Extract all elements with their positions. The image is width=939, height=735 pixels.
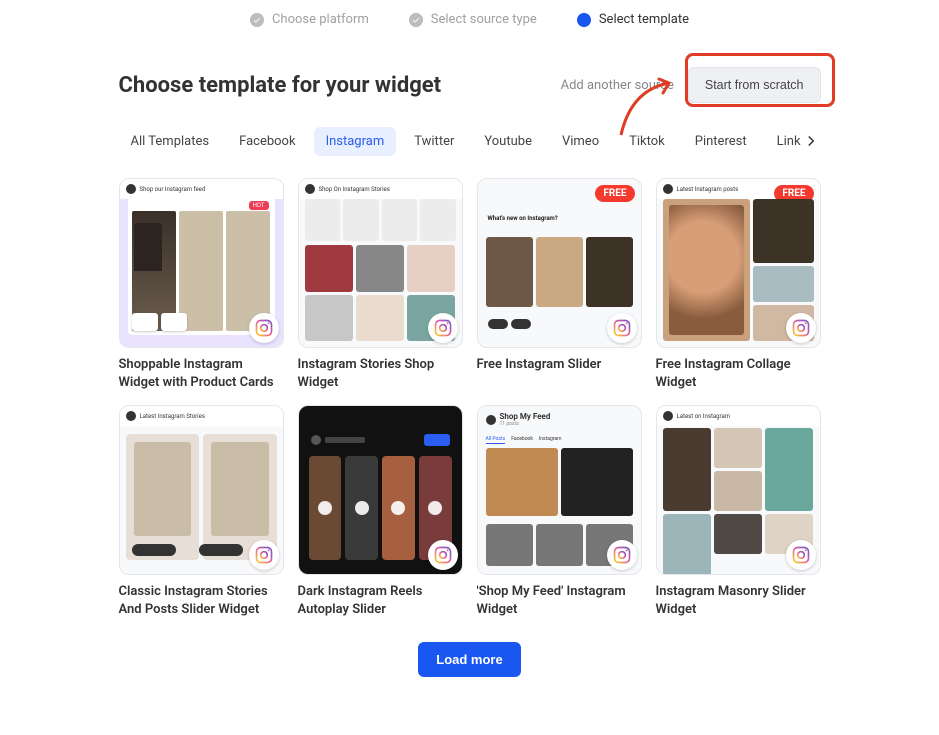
template-title: Dark Instagram Reels Autoplay Slider — [298, 583, 463, 618]
template-thumbnail: Latest on Instagram — [656, 405, 821, 575]
source-tabs: All Templates Facebook Instagram Twitter… — [119, 127, 821, 156]
active-step-dot-icon — [577, 13, 591, 27]
step-select-source: Select source type — [409, 12, 537, 27]
free-badge: FREE — [595, 185, 634, 202]
template-card[interactable]: Latest on Instagram Instagram Masonry Sl… — [656, 405, 821, 618]
page-header: Choose template for your widget Add anot… — [119, 67, 821, 103]
play-icon — [355, 501, 369, 515]
tab-instagram[interactable]: Instagram — [314, 127, 397, 156]
tab-vimeo[interactable]: Vimeo — [550, 127, 611, 156]
tab-facebook[interactable]: Facebook — [227, 127, 307, 156]
instagram-icon — [607, 313, 637, 343]
instagram-icon — [249, 313, 279, 343]
instagram-icon — [428, 540, 458, 570]
mock-tab: Instagram — [539, 436, 562, 444]
tab-youtube[interactable]: Youtube — [472, 127, 544, 156]
template-title: Free Instagram Collage Widget — [656, 356, 821, 391]
template-card[interactable]: Latest Instagram posts FREE Free Instagr… — [656, 178, 821, 391]
template-card[interactable]: Shop My Feed 11 posts All Posts Facebook… — [477, 405, 642, 618]
template-thumbnail — [298, 405, 463, 575]
template-title: Classic Instagram Stories And Posts Slid… — [119, 583, 284, 618]
mock-header-text: Shop On Instagram Stories — [319, 186, 390, 193]
mock-title: Shop My Feed — [500, 412, 551, 421]
hot-badge: HOT — [249, 201, 269, 210]
mock-header-text: Shop our Instagram feed — [140, 186, 206, 193]
template-card[interactable]: Shop On Instagram Stories Instagram Stor… — [298, 178, 463, 391]
tab-twitter[interactable]: Twitter — [402, 127, 466, 156]
instagram-icon — [428, 313, 458, 343]
step-label: Select source type — [431, 12, 537, 27]
mock-header-text: Latest Instagram posts — [677, 186, 739, 193]
tab-pinterest[interactable]: Pinterest — [683, 127, 759, 156]
template-thumbnail: Shop our Instagram feed HOT — [119, 178, 284, 348]
start-from-scratch-button[interactable]: Start from scratch — [688, 67, 821, 103]
page-title: Choose template for your widget — [119, 73, 442, 98]
template-title: Instagram Masonry Slider Widget — [656, 583, 821, 618]
check-icon — [250, 13, 264, 27]
template-card[interactable]: FREE What's new on Instagram? Free Insta… — [477, 178, 642, 391]
mock-tab: Facebook — [511, 436, 533, 444]
template-title: Free Instagram Slider — [477, 356, 642, 374]
template-card[interactable]: Dark Instagram Reels Autoplay Slider — [298, 405, 463, 618]
play-icon — [391, 501, 405, 515]
mock-header-text: Latest on Instagram — [677, 413, 731, 420]
instagram-icon — [249, 540, 279, 570]
mock-sub: 11 posts — [500, 421, 551, 427]
add-another-source-link[interactable]: Add another source — [561, 78, 674, 93]
mock-header-text: Latest Instagram Stories — [140, 413, 205, 420]
template-thumbnail: Latest Instagram posts FREE — [656, 178, 821, 348]
template-thumbnail: Shop My Feed 11 posts All Posts Facebook… — [477, 405, 642, 575]
check-icon — [409, 13, 423, 27]
play-icon — [428, 501, 442, 515]
template-card[interactable]: Latest Instagram Stories Classic Instagr… — [119, 405, 284, 618]
template-title: Instagram Stories Shop Widget — [298, 356, 463, 391]
template-card[interactable]: Shop our Instagram feed HOT Shoppable In… — [119, 178, 284, 391]
tabs-scroll-right-button[interactable] — [801, 131, 821, 151]
mock-header-text: What's new on Instagram? — [488, 215, 558, 222]
template-title: Shoppable Instagram Widget with Product … — [119, 356, 284, 391]
step-select-template: Select template — [577, 12, 689, 27]
template-grid: Shop our Instagram feed HOT Shoppable In… — [119, 178, 821, 618]
template-title: 'Shop My Feed' Instagram Widget — [477, 583, 642, 618]
template-thumbnail: Shop On Instagram Stories — [298, 178, 463, 348]
instagram-icon — [786, 540, 816, 570]
wizard-stepper: Choose platform Select source type Selec… — [0, 12, 939, 27]
step-choose-platform: Choose platform — [250, 12, 369, 27]
step-label: Choose platform — [272, 12, 369, 27]
tab-tiktok[interactable]: Tiktok — [617, 127, 677, 156]
load-more-button[interactable]: Load more — [418, 642, 520, 677]
template-thumbnail: Latest Instagram Stories — [119, 405, 284, 575]
step-label: Select template — [599, 12, 689, 27]
chevron-right-icon — [805, 135, 817, 147]
mock-tab: All Posts — [486, 436, 506, 444]
play-icon — [318, 501, 332, 515]
template-thumbnail: FREE What's new on Instagram? — [477, 178, 642, 348]
instagram-icon — [607, 540, 637, 570]
tab-all-templates[interactable]: All Templates — [119, 127, 222, 156]
instagram-icon — [786, 313, 816, 343]
